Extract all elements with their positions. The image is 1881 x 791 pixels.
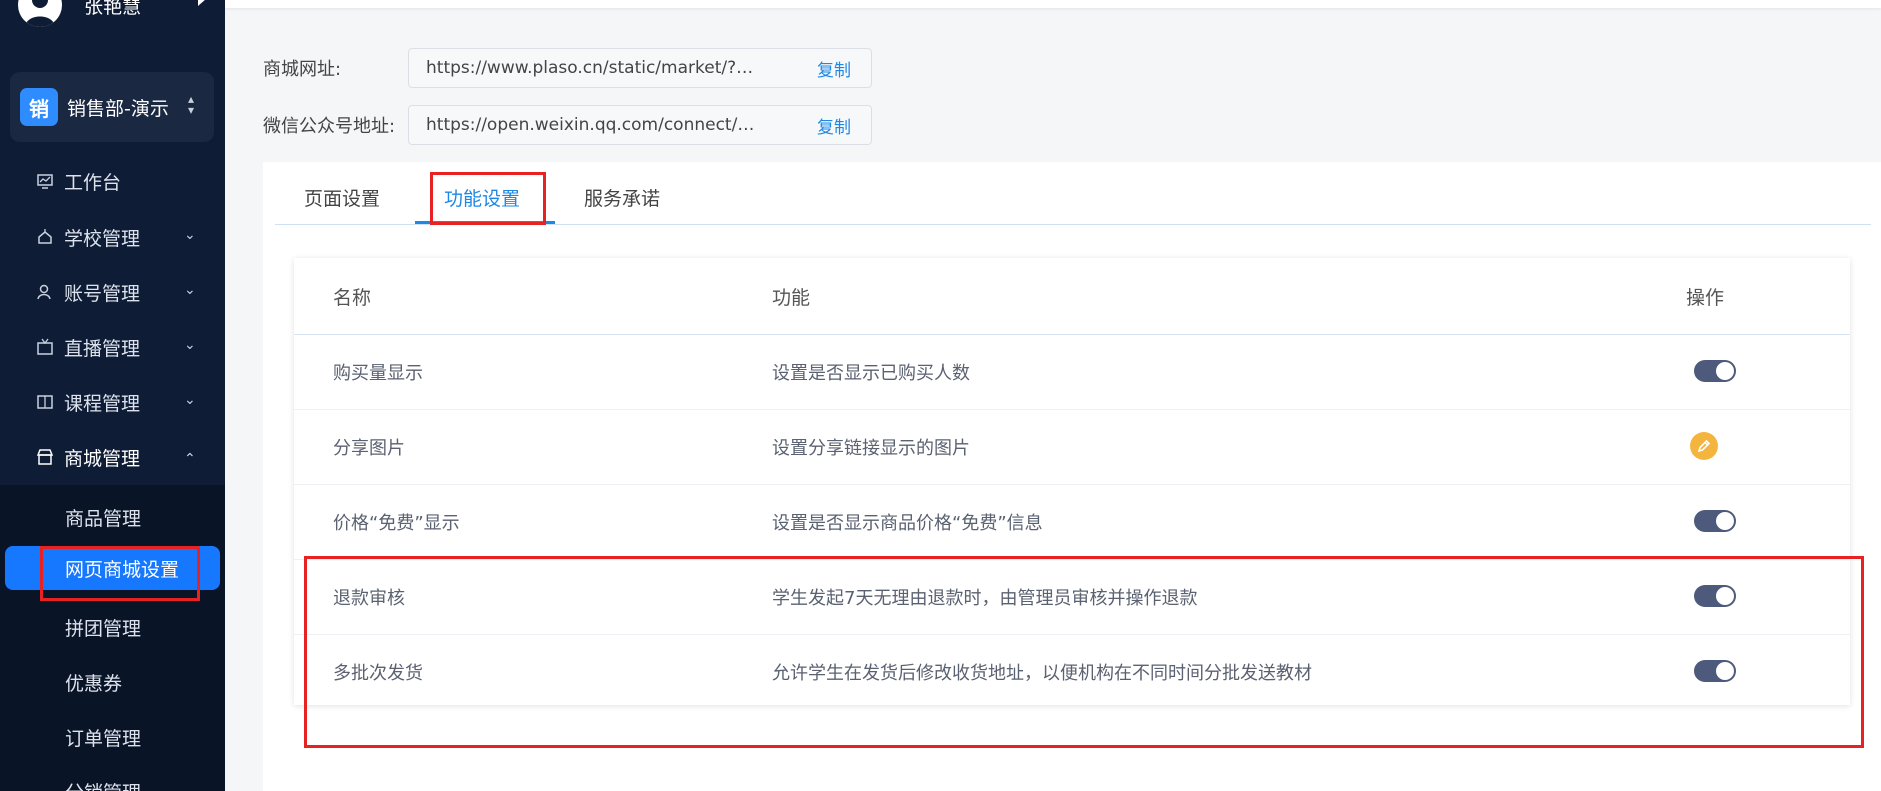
table-row: 价格“免费”显示 设置是否显示商品价格“免费”信息 [294,484,1850,560]
sidebar-item-label: 商城管理 [64,447,141,470]
free-price-toggle[interactable] [1694,510,1736,532]
store-icon [36,449,54,465]
row-description: 设置分享链接显示的图片 [772,438,970,459]
wechat-url-value: https://open.weixin.qq.com/connect/oaut.… [426,115,761,135]
book-icon [37,395,53,409]
caret-right-icon[interactable] [198,0,206,6]
copy-wechat-url-button[interactable]: 复制 [817,113,851,138]
row-description: 设置是否显示已购买人数 [772,363,970,384]
column-header-name: 名称 [333,287,372,309]
row-name: 退款审核 [333,588,405,609]
table-row: 多批次发货 允许学生在发货后修改收货地址，以便机构在不同时间分批发送教材 [294,634,1850,709]
store-url-row: 商城网址: https://www.plaso.cn/static/market… [263,48,872,88]
sidebar-subitem-label: 商品管理 [65,507,142,530]
wechat-url-field[interactable]: https://open.weixin.qq.com/connect/oaut.… [408,105,872,145]
sidebar-item-label: 课程管理 [64,392,141,415]
sidebar-item-accounts[interactable]: 账号管理 ⌄ [0,271,225,313]
copy-store-url-button[interactable]: 复制 [817,56,851,81]
main-content: 商城网址: https://www.plaso.cn/static/market… [225,0,1881,791]
sidebar: 张艳慧 销 销售部-演示 ▴ ▾ 工作台 学校管理 ⌄ 账号管理 ⌄ 直播管理 ⌄… [0,0,225,791]
user-name: 张艳慧 [84,0,142,18]
store-url-label: 商城网址: [263,59,342,80]
chevron-down-icon: ⌄ [184,392,196,408]
sidebar-subitem-distribution[interactable]: 分销管理 [0,769,225,791]
sidebar-item-school[interactable]: 学校管理 ⌄ [0,216,225,258]
sidebar-subitem-label: 网页商城设置 [65,558,180,581]
tab-function-settings[interactable]: 功能设置 [444,184,520,211]
table-row: 分享图片 设置分享链接显示的图片 [294,409,1850,485]
row-name: 购买量显示 [333,363,423,384]
store-submenu: 商品管理 网页商城设置 拼团管理 优惠券 订单管理 分销管理 [0,485,225,791]
sidebar-subitem-group-buy[interactable]: 拼团管理 [0,605,225,649]
sidebar-item-store[interactable]: 商城管理 ⌃ [0,436,225,478]
sidebar-item-courses[interactable]: 课程管理 ⌄ [0,381,225,423]
sidebar-subitem-products[interactable]: 商品管理 [0,495,225,539]
toggle-knob [1716,587,1734,605]
sidebar-item-live[interactable]: 直播管理 ⌄ [0,326,225,368]
sidebar-item-label: 工作台 [64,171,122,194]
pencil-icon [1697,439,1711,453]
table-header: 名称 功能 操作 [294,258,1850,335]
column-header-function: 功能 [772,287,811,309]
row-name: 分享图片 [333,438,405,459]
purchase-count-toggle[interactable] [1694,360,1736,382]
org-switcher[interactable]: 销 销售部-演示 ▴ ▾ [10,72,214,142]
edit-share-image-button[interactable] [1690,432,1718,460]
table-row: 购买量显示 设置是否显示已购买人数 [294,334,1850,410]
sidebar-subitem-label: 订单管理 [65,727,142,750]
sidebar-subitem-orders[interactable]: 订单管理 [0,715,225,759]
toggle-knob [1716,512,1734,530]
chevron-up-icon: ⌃ [184,451,196,467]
function-settings-table: 名称 功能 操作 购买量显示 设置是否显示已购买人数 分享图片 设置分享链接显示… [294,258,1850,705]
column-header-action: 操作 [1686,287,1725,309]
settings-card: 页面设置 功能设置 服务承诺 名称 功能 操作 购买量显示 设置是否显示已购买人… [263,162,1881,791]
sidebar-item-label: 账号管理 [64,282,141,305]
sidebar-subitem-label: 分销管理 [65,778,141,791]
sidebar-item-label: 学校管理 [64,227,141,250]
org-name: 销售部-演示 [67,97,169,120]
top-bar [225,0,1881,8]
sort-arrows-icon: ▴ ▾ [187,92,194,117]
user-icon [37,284,51,300]
org-badge: 销 [20,88,58,126]
sidebar-item-dashboard[interactable]: 工作台 [0,160,225,202]
row-name: 多批次发货 [333,663,423,684]
school-icon [38,229,52,244]
tab-bar: 页面设置 功能设置 服务承诺 [275,162,1871,225]
chevron-down-icon: ⌄ [184,227,196,243]
refund-review-toggle[interactable] [1694,585,1736,607]
active-tab-indicator [415,221,555,224]
sidebar-item-label: 直播管理 [64,337,141,360]
row-name: 价格“免费”显示 [333,513,460,534]
user-avatar-icon [25,0,55,27]
sidebar-subitem-label: 优惠券 [65,672,123,695]
avatar [18,0,62,27]
wechat-url-label: 微信公众号地址: [263,116,396,137]
row-description: 允许学生在发货后修改收货地址，以便机构在不同时间分批发送教材 [772,663,1312,684]
chevron-down-icon: ⌄ [184,282,196,298]
sidebar-subitem-label: 拼团管理 [65,617,142,640]
live-icon [37,338,53,355]
multi-batch-shipping-toggle[interactable] [1694,660,1736,682]
table-row: 退款审核 学生发起7天无理由退款时，由管理员审核并操作退款 [294,559,1850,635]
store-url-value: https://www.plaso.cn/static/market/?appl… [426,58,761,78]
user-profile[interactable]: 张艳慧 [18,0,218,30]
tab-page-settings[interactable]: 页面设置 [304,184,380,211]
wechat-url-row: 微信公众号地址: https://open.weixin.qq.com/conn… [263,105,872,145]
chevron-down-icon: ⌄ [184,337,196,353]
row-description: 学生发起7天无理由退款时，由管理员审核并操作退款 [772,588,1198,609]
toggle-knob [1716,662,1734,680]
row-description: 设置是否显示商品价格“免费”信息 [772,513,1043,534]
sidebar-subitem-coupons[interactable]: 优惠券 [0,660,225,704]
tab-service-commitment[interactable]: 服务承诺 [584,184,660,211]
sidebar-subitem-web-store-settings[interactable]: 网页商城设置 [5,546,220,590]
toggle-knob [1716,362,1734,380]
dashboard-icon [37,174,53,189]
store-url-field[interactable]: https://www.plaso.cn/static/market/?appl… [408,48,872,88]
